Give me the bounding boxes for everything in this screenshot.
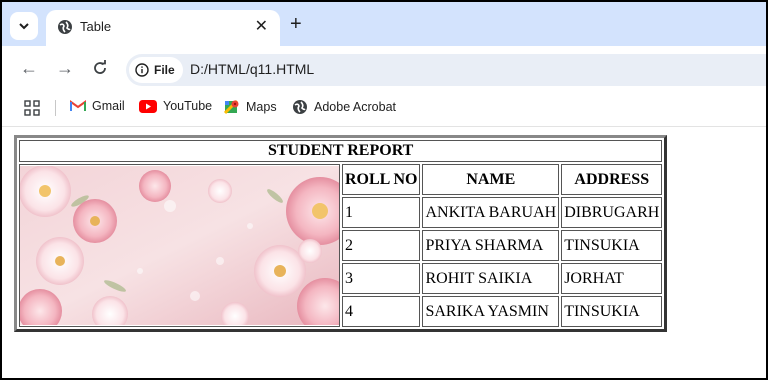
address-bar[interactable]: File D:/HTML/q11.HTML <box>126 54 766 86</box>
info-icon <box>135 63 149 77</box>
student-report-table: STUDENT REPORT ROLL NO NAME ADDRESS 1 AN… <box>14 135 668 332</box>
youtube-icon <box>139 99 157 113</box>
roll-no-cell: 1 <box>342 197 421 228</box>
bookmark-gmail[interactable]: Gmail <box>70 99 125 113</box>
bookmarks-divider <box>55 100 56 116</box>
flower-image-cell <box>19 164 340 327</box>
page-content: STUDENT REPORT ROLL NO NAME ADDRESS 1 AN… <box>2 127 766 378</box>
bookmark-label: Adobe Acrobat <box>314 100 397 114</box>
tab-strip: Table ✕ + <box>2 2 766 46</box>
bookmark-maps[interactable]: Maps <box>224 99 277 115</box>
address-cell: JORHAT <box>561 263 663 294</box>
name-cell: ROHIT SAIKIA <box>422 263 560 294</box>
globe-icon <box>58 20 72 34</box>
chevron-down-icon <box>19 23 29 30</box>
address-cell: DIBRUGARH <box>561 197 663 228</box>
table-caption: STUDENT REPORT <box>19 140 663 162</box>
bookmark-label: Maps <box>246 100 277 114</box>
back-arrow-icon[interactable]: ← <box>20 58 38 78</box>
caption-row: STUDENT REPORT <box>19 140 663 162</box>
maps-icon <box>224 99 239 115</box>
header-address: ADDRESS <box>561 164 663 195</box>
roll-no-cell: 3 <box>342 263 421 294</box>
name-cell: SARIKA YASMIN <box>422 296 560 327</box>
apps-grid-icon[interactable] <box>24 100 40 116</box>
address-cell: TINSUKIA <box>561 296 663 327</box>
bookmark-youtube[interactable]: YouTube <box>139 99 212 113</box>
roll-no-cell: 2 <box>342 230 421 261</box>
file-label: File <box>154 63 175 77</box>
bookmark-adobe-acrobat[interactable]: Adobe Acrobat <box>292 99 396 115</box>
reload-icon[interactable] <box>91 59 109 77</box>
url-text[interactable]: D:/HTML/q11.HTML <box>190 61 314 77</box>
site-info-chip[interactable]: File <box>129 57 183 83</box>
globe-icon <box>293 100 307 114</box>
bookmark-label: Gmail <box>92 99 125 113</box>
address-cell: TINSUKIA <box>561 230 663 261</box>
gmail-icon <box>70 100 86 111</box>
tab-search-button[interactable] <box>10 12 38 40</box>
tab-title: Table <box>80 19 112 34</box>
new-tab-button[interactable]: + <box>290 14 302 34</box>
header-row: ROLL NO NAME ADDRESS <box>19 164 663 327</box>
name-cell: PRIYA SHARMA <box>422 230 560 261</box>
header-name: NAME <box>422 164 560 195</box>
pink-flowers-image <box>20 166 339 325</box>
close-icon[interactable]: ✕ <box>255 18 268 36</box>
roll-no-cell: 4 <box>342 296 421 327</box>
browser-window: Table ✕ + ← → File D:/HTML/q11.HTML Gmai… <box>0 0 768 380</box>
tab-table[interactable]: Table ✕ <box>46 10 280 46</box>
bookmarks-bar: Gmail YouTube Maps Adobe Acrobat <box>2 92 766 127</box>
name-cell: ANKITA BARUAH <box>422 197 560 228</box>
bookmark-label: YouTube <box>163 99 213 113</box>
toolbar: ← → File D:/HTML/q11.HTML <box>2 46 766 92</box>
header-roll-no: ROLL NO <box>342 164 421 195</box>
forward-arrow-icon[interactable]: → <box>56 58 74 78</box>
